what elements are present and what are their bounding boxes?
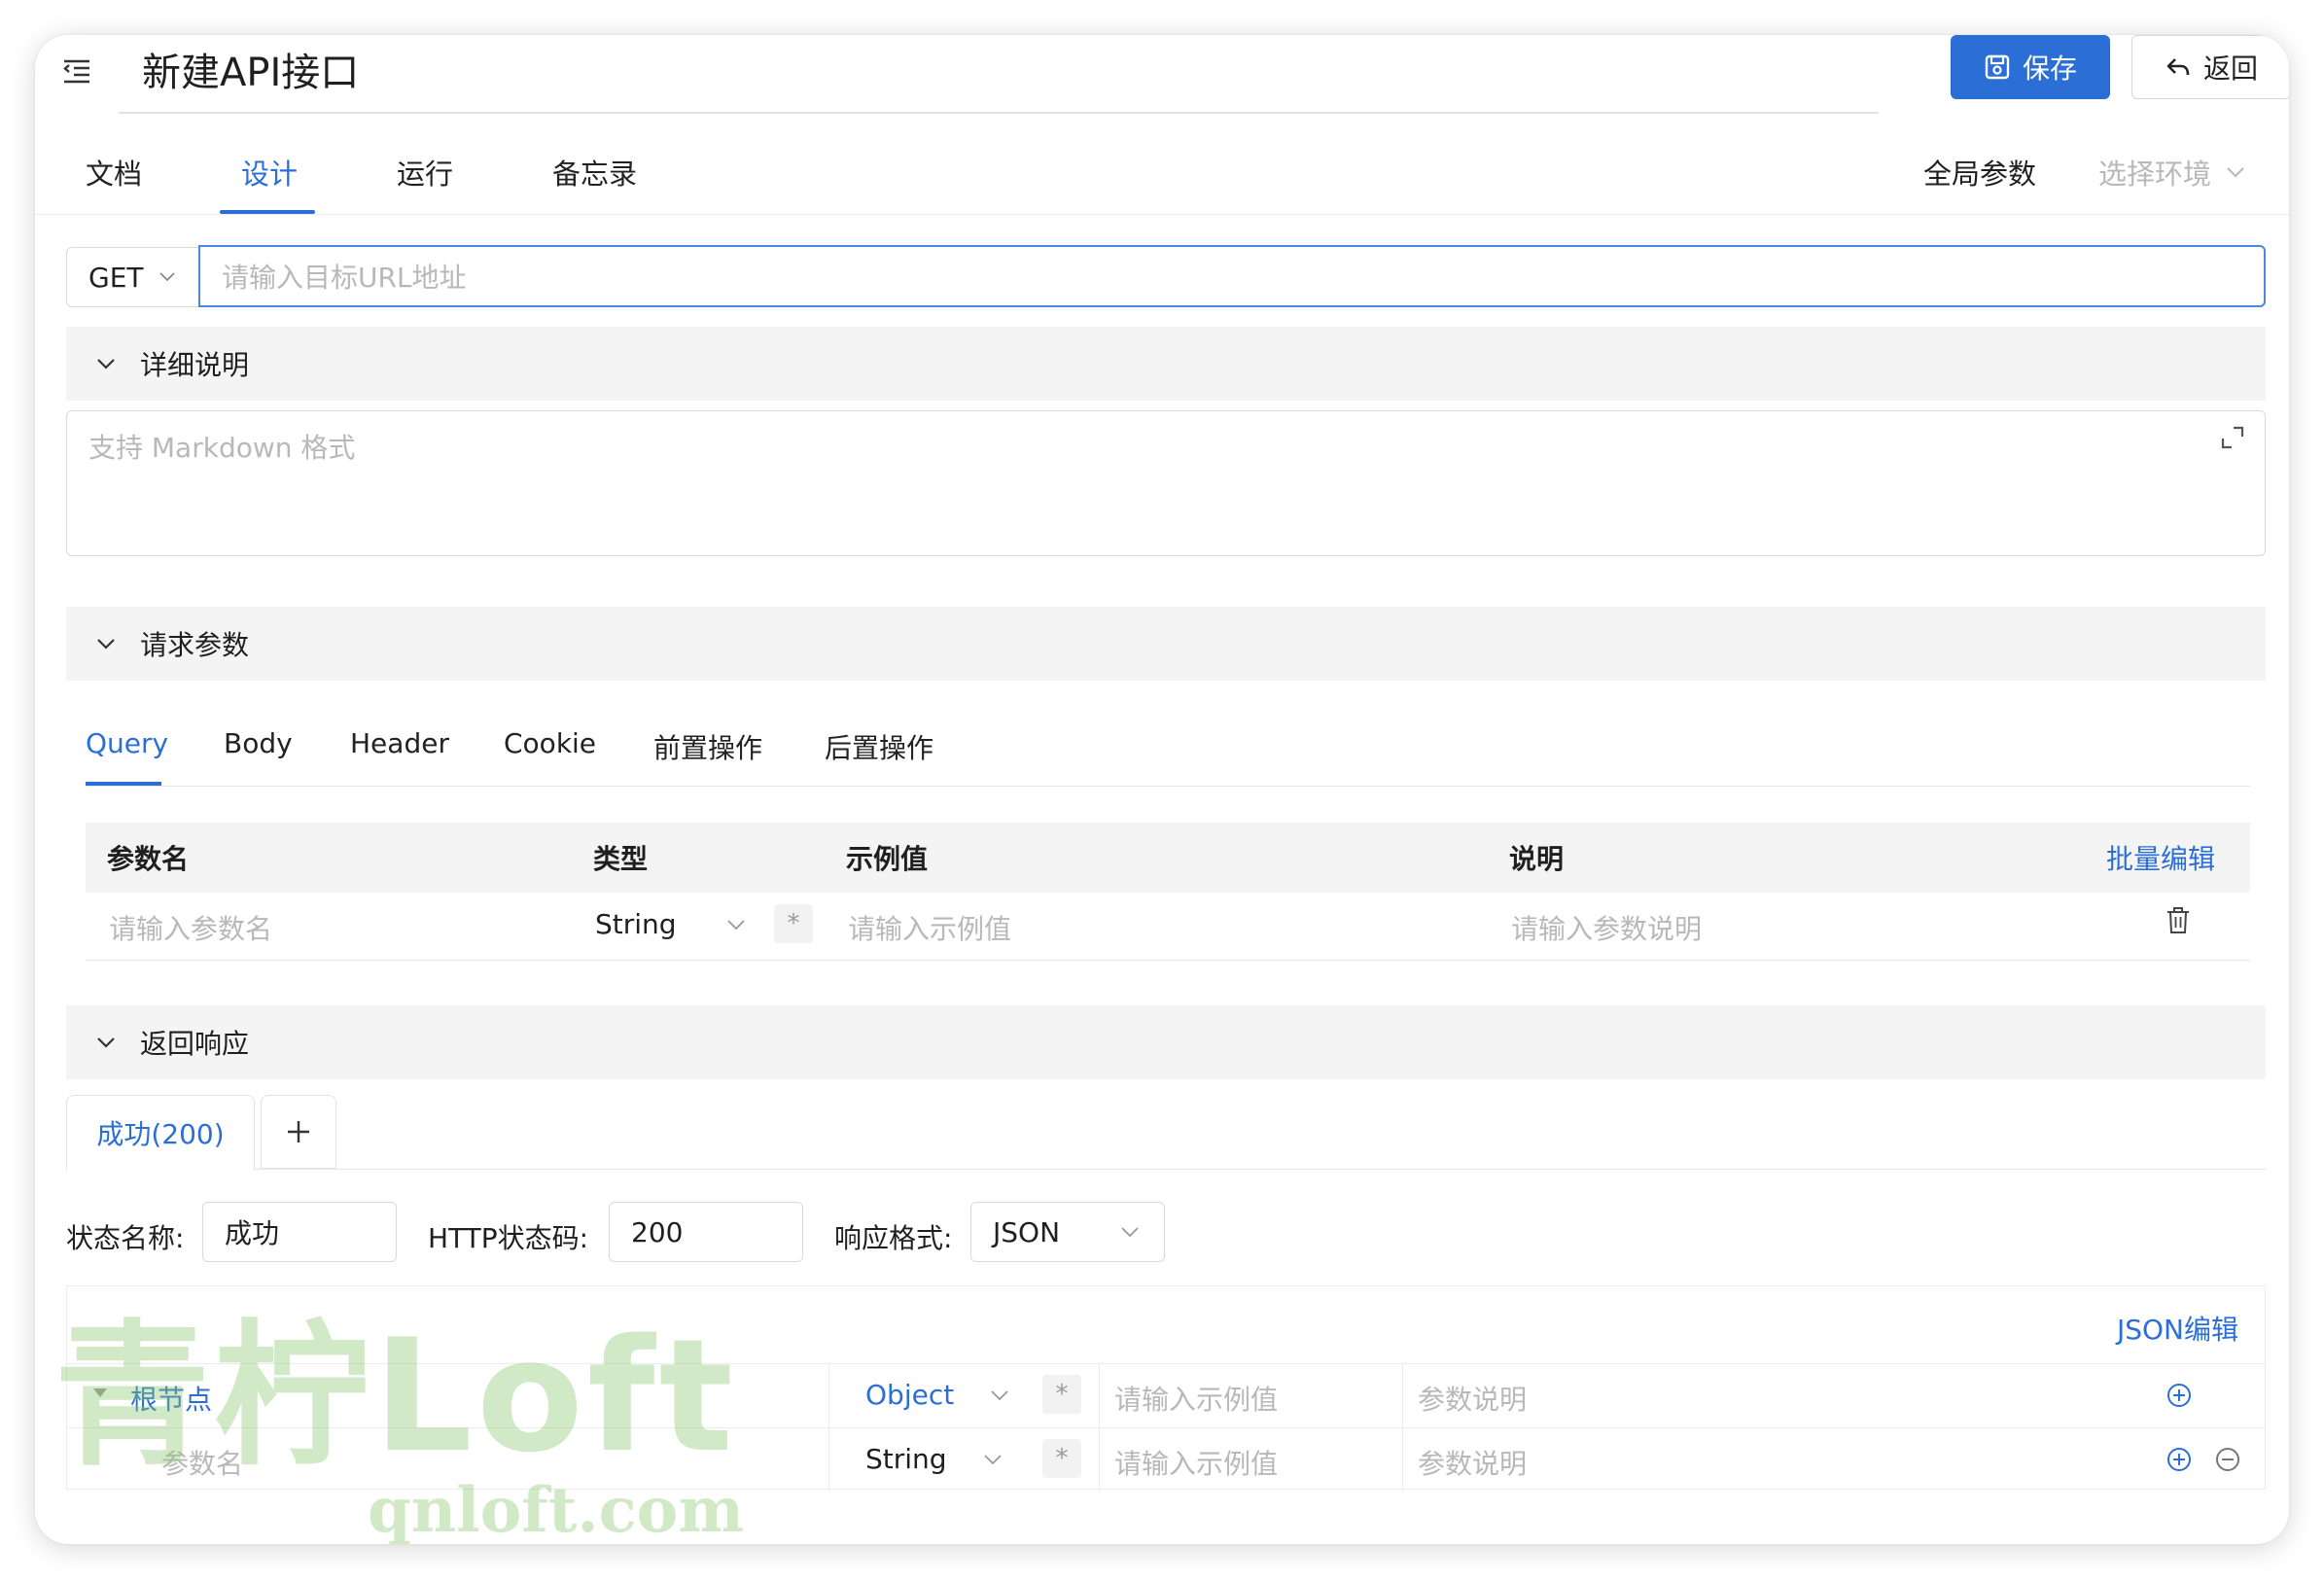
format-value: JSON <box>993 1215 1061 1248</box>
param-name-input[interactable]: 请输入参数名 <box>109 908 272 947</box>
app-window: 新建API接口 保存 返回 文档 设计 运行 备忘录 全局参数 选择环境 GET… <box>35 35 2289 1544</box>
watermark-url: qnloft.com <box>368 1474 745 1544</box>
json-edit-link[interactable]: JSON编辑 <box>2117 1309 2238 1348</box>
collapse-chevron-icon <box>95 353 117 374</box>
http-code-input[interactable]: 200 <box>609 1202 803 1262</box>
params-table-header <box>86 823 2250 893</box>
markdown-editor[interactable]: 支持 Markdown 格式 <box>66 410 2266 556</box>
delete-icon[interactable] <box>2165 906 2192 935</box>
response-tabs-divider <box>66 1169 2266 1170</box>
collapse-chevron-icon <box>95 1032 117 1053</box>
title-underline <box>119 112 1879 114</box>
column-type: 类型 <box>593 843 649 875</box>
back-button[interactable]: 返回 <box>2131 35 2289 99</box>
collapse-chevron-icon <box>95 633 117 654</box>
save-icon <box>1984 53 2011 81</box>
column-param-name: 参数名 <box>107 843 190 875</box>
back-label: 返回 <box>2202 53 2258 85</box>
section-title: 详细说明 <box>140 349 250 381</box>
root-type-select[interactable]: Object <box>865 1379 1010 1411</box>
section-response-header[interactable]: 返回响应 <box>66 1005 2266 1079</box>
back-arrow-icon <box>2165 53 2192 81</box>
child-type-value: String <box>865 1443 947 1475</box>
format-label: 响应格式: <box>834 1222 953 1254</box>
env-select[interactable]: 选择环境 <box>2098 152 2246 193</box>
status-name-label: 状态名称: <box>66 1222 185 1254</box>
required-toggle[interactable]: * <box>1042 1375 1081 1414</box>
table-row <box>86 893 2250 961</box>
add-response-button[interactable] <box>261 1095 336 1169</box>
root-type-value: Object <box>865 1379 955 1411</box>
tab-design[interactable]: 设计 <box>241 152 298 193</box>
watermark-logo: 青柠Loft <box>54 1305 737 1487</box>
save-button[interactable]: 保存 <box>1951 35 2110 99</box>
status-name-value: 成功 <box>225 1217 280 1249</box>
format-select[interactable]: JSON <box>970 1202 1165 1262</box>
tabs-divider <box>35 214 2289 215</box>
chevron-down-icon <box>1119 1221 1141 1243</box>
tab-cookie[interactable]: Cookie <box>504 727 596 759</box>
tab-post-operations[interactable]: 后置操作 <box>825 727 933 766</box>
tab-query[interactable]: Query <box>86 727 168 759</box>
tab-header[interactable]: Header <box>350 727 449 759</box>
add-sibling-icon[interactable] <box>2166 1447 2192 1472</box>
required-toggle[interactable]: * <box>1042 1439 1081 1478</box>
tab-body[interactable]: Body <box>224 727 293 759</box>
http-code-label: HTTP状态码: <box>428 1222 589 1254</box>
column-description: 说明 <box>1509 843 1565 875</box>
param-type-select[interactable]: String <box>595 908 747 940</box>
param-description-input[interactable]: 请输入参数说明 <box>1511 908 1702 947</box>
url-input[interactable]: 请输入目标URL地址 <box>198 245 2266 307</box>
param-type-value: String <box>595 908 677 940</box>
http-code-value: 200 <box>631 1215 684 1248</box>
env-select-placeholder: 选择环境 <box>2098 158 2212 191</box>
column-example: 示例值 <box>846 843 929 875</box>
example-value-input[interactable]: 请输入示例值 <box>1114 1379 1278 1418</box>
param-tabs-divider <box>86 786 2250 787</box>
page-title[interactable]: 新建API接口 <box>142 49 359 97</box>
remove-icon[interactable] <box>2215 1447 2240 1472</box>
section-description-header[interactable]: 详细说明 <box>66 327 2266 401</box>
chevron-down-icon <box>982 1449 1004 1470</box>
response-tab-success[interactable]: 成功(200) <box>66 1095 255 1171</box>
chevron-down-icon <box>158 267 177 287</box>
add-child-icon[interactable] <box>2166 1383 2192 1408</box>
expand-icon[interactable] <box>2218 423 2247 452</box>
child-type-select[interactable]: String <box>865 1443 1004 1475</box>
global-params-button[interactable]: 全局参数 <box>1923 152 2036 193</box>
section-title: 返回响应 <box>140 1028 250 1060</box>
tab-run[interactable]: 运行 <box>397 152 453 193</box>
chevron-down-icon <box>989 1385 1010 1406</box>
tab-docs[interactable]: 文档 <box>86 152 142 193</box>
required-toggle[interactable]: * <box>774 904 813 943</box>
plus-icon <box>286 1119 311 1144</box>
example-value-input[interactable]: 请输入示例值 <box>1114 1443 1278 1482</box>
save-label: 保存 <box>2022 53 2077 85</box>
tab-pre-operations[interactable]: 前置操作 <box>653 727 762 766</box>
method-select[interactable]: GET <box>66 247 198 307</box>
example-value-input[interactable]: 请输入示例值 <box>848 908 1011 947</box>
param-description-input[interactable]: 参数说明 <box>1418 1443 1527 1482</box>
tab-memo[interactable]: 备忘录 <box>552 152 637 193</box>
menu-fold-icon[interactable] <box>60 54 93 88</box>
status-name-input[interactable]: 成功 <box>202 1202 397 1262</box>
bulk-edit-link[interactable]: 批量编辑 <box>2106 838 2215 877</box>
chevron-down-icon <box>725 914 747 935</box>
markdown-placeholder: 支持 Markdown 格式 <box>88 432 356 464</box>
param-description-input[interactable]: 参数说明 <box>1418 1379 1527 1418</box>
section-request-params-header[interactable]: 请求参数 <box>66 607 2266 681</box>
chevron-down-icon <box>2225 161 2246 183</box>
section-title: 请求参数 <box>140 629 250 661</box>
method-value: GET <box>88 261 144 294</box>
